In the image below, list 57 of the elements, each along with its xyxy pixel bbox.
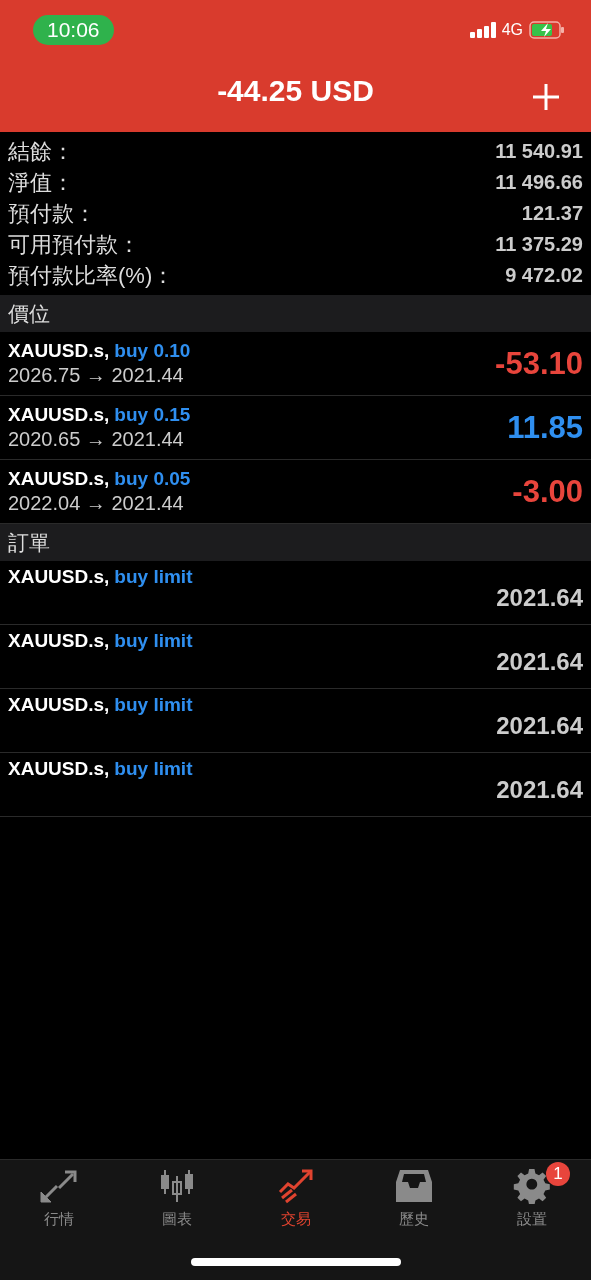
order-price: 2021.64 <box>496 648 583 676</box>
trade-type: buy limit <box>114 630 193 652</box>
section-title: 訂單 <box>8 529 50 556</box>
inbox-tray-icon <box>393 1168 434 1204</box>
trade-type: buy 0.05 <box>114 468 191 490</box>
symbol: XAUUSD.s, <box>8 758 110 780</box>
symbol: XAUUSD.s, <box>8 340 110 362</box>
trade-type: buy limit <box>114 694 193 716</box>
tab[interactable]: 圖表 <box>118 1162 237 1242</box>
order-row[interactable]: XAUUSD.s, buy limit 2021.64 <box>0 689 591 753</box>
symbol: XAUUSD.s, <box>8 630 110 652</box>
summary-value: 11 375.29 <box>495 233 583 256</box>
trade-type: buy limit <box>114 758 193 780</box>
symbol: XAUUSD.s, <box>8 694 110 716</box>
trade-type: buy 0.10 <box>114 340 191 362</box>
status-time: 10:06 <box>33 15 114 45</box>
tab[interactable]: 歷史 <box>354 1162 473 1242</box>
summary-value: 121.37 <box>521 202 583 225</box>
trade-type: buy 0.15 <box>114 404 191 426</box>
add-button[interactable] <box>531 82 561 112</box>
summary-label: 淨值： <box>8 168 74 197</box>
diagonal-arrows-icon <box>39 1168 80 1204</box>
order-price: 2021.64 <box>496 776 583 804</box>
trade-type: buy limit <box>114 566 193 588</box>
summary-value: 11 496.66 <box>495 171 583 194</box>
summary-value: 11 540.91 <box>495 140 583 163</box>
summary-label: 結餘： <box>8 137 74 166</box>
position-row[interactable]: XAUUSD.s, buy 0.10 2026.75 → 2021.44 -53.10 <box>0 332 591 396</box>
summary-label: 可用預付款： <box>8 230 140 259</box>
order-row[interactable]: XAUUSD.s, buy limit 2021.64 <box>0 561 591 625</box>
tab[interactable]: 設置 1 <box>472 1162 591 1242</box>
summary-label: 預付款： <box>8 199 96 228</box>
tab[interactable]: 行情 <box>0 1162 119 1242</box>
summary-value: 9 472.02 <box>505 264 583 287</box>
summary-label: 預付款比率(%)： <box>8 261 175 290</box>
position-row[interactable]: XAUUSD.s, buy 0.15 2020.65 → 2021.44 11.85 <box>0 396 591 460</box>
network-type: 4G <box>501 21 523 39</box>
profit-value: 11.85 <box>507 409 583 446</box>
tab[interactable]: 交易 <box>236 1162 355 1242</box>
order-price: 2021.64 <box>496 712 583 740</box>
gear-icon <box>511 1168 552 1204</box>
profit-value: -53.10 <box>495 345 583 382</box>
symbol: XAUUSD.s, <box>8 566 110 588</box>
price-range: 2026.75 → 2021.44 <box>8 364 185 387</box>
price-range: 2020.65 → 2021.44 <box>8 428 185 451</box>
notification-badge: 1 <box>546 1162 571 1186</box>
order-row[interactable]: XAUUSD.s, buy limit 2021.64 <box>0 625 591 689</box>
signal-icon <box>469 22 496 38</box>
price-range: 2022.04 → 2021.44 <box>8 492 185 515</box>
section-title: 價位 <box>8 300 50 327</box>
symbol: XAUUSD.s, <box>8 404 110 426</box>
profit-total: -44.25 USD <box>217 74 374 108</box>
order-price: 2021.64 <box>496 584 583 612</box>
profit-value: -3.00 <box>512 473 583 510</box>
battery-charging-icon <box>529 21 565 39</box>
order-row[interactable]: XAUUSD.s, buy limit 2021.64 <box>0 753 591 817</box>
symbol: XAUUSD.s, <box>8 468 110 490</box>
